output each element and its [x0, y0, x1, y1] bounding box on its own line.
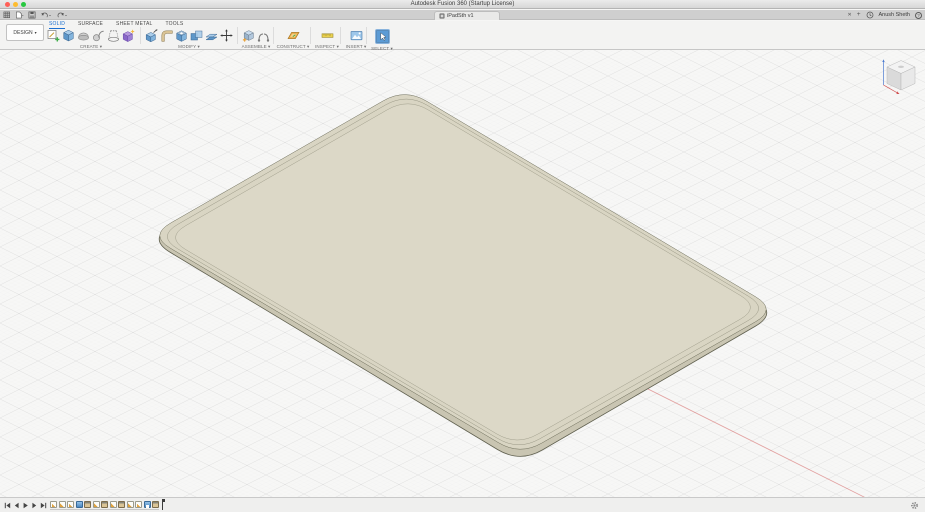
- step-forward-icon[interactable]: [31, 502, 38, 509]
- timeline-feature-sketch-3[interactable]: [67, 501, 74, 508]
- play-icon[interactable]: [22, 502, 29, 509]
- save-icon[interactable]: [28, 11, 36, 19]
- user-account-button[interactable]: Anush Sheth: [879, 12, 911, 18]
- new-tab-button[interactable]: +: [857, 10, 861, 20]
- fusion360-window: Autodesk Fusion 360 (Startup License): [0, 0, 925, 512]
- help-button[interactable]: ?: [915, 12, 922, 19]
- tab-surface[interactable]: SURFACE: [78, 21, 103, 29]
- timeline-feature-sketch-5[interactable]: [110, 501, 117, 508]
- go-to-start-icon[interactable]: [4, 502, 11, 509]
- timeline-feature-extrude-1[interactable]: [76, 501, 83, 508]
- insert-canvas-icon[interactable]: [350, 29, 363, 42]
- caret-down-icon: ▾: [364, 44, 366, 49]
- timeline-feature-fillet-3[interactable]: [118, 501, 125, 508]
- data-panel-icon[interactable]: [3, 11, 11, 19]
- quick-access-toolbar: [3, 10, 68, 20]
- timeline-feature-fillet-1[interactable]: [84, 501, 91, 508]
- create-sketch-icon[interactable]: [47, 29, 60, 42]
- timeline-feature-sketch-7[interactable]: [135, 501, 142, 508]
- group-construct: CONSTRUCT ▾: [276, 29, 310, 50]
- timeline-feature-sketch-4[interactable]: [93, 501, 100, 508]
- select-cursor-icon[interactable]: [376, 30, 389, 43]
- group-separator: [273, 27, 274, 44]
- job-status-icon[interactable]: [866, 11, 874, 19]
- tab-sheet-metal[interactable]: SHEET METAL: [116, 21, 152, 29]
- redo-icon[interactable]: [56, 11, 68, 19]
- tab-tools[interactable]: TOOLS: [166, 21, 184, 29]
- offset-face-icon[interactable]: [205, 29, 218, 42]
- ribbon-toolbar: DESIGN ▾ SOLID SURFACE SHEET METAL TOOLS: [0, 21, 925, 50]
- timeline-feature-fillet-4[interactable]: [152, 501, 159, 508]
- timeline-track: [50, 501, 159, 510]
- extrude-icon[interactable]: [62, 29, 75, 42]
- timeline-settings-gear-icon[interactable]: [910, 501, 919, 510]
- group-assemble: ASSEMBLE ▾: [241, 29, 271, 50]
- timeline-playback-controls: [4, 502, 47, 509]
- document-tab-label: iPadSth v1: [447, 13, 474, 19]
- create-form-icon[interactable]: [122, 29, 135, 42]
- document-tab[interactable]: iPadSth v1: [434, 11, 500, 20]
- viewport-scene[interactable]: [0, 50, 925, 497]
- press-pull-icon[interactable]: [145, 29, 158, 42]
- move-copy-icon[interactable]: [220, 29, 233, 42]
- group-inspect: INSPECT ▾: [313, 29, 341, 50]
- group-create: CREATE ▾: [47, 29, 135, 50]
- caret-down-icon: ▾: [307, 44, 309, 49]
- step-back-icon[interactable]: [13, 502, 20, 509]
- loft-icon[interactable]: [107, 29, 120, 42]
- fillet-icon[interactable]: [160, 29, 173, 42]
- caret-down-icon: ▾: [268, 44, 270, 49]
- select-tool-active-highlight[interactable]: [375, 29, 390, 44]
- combine-icon[interactable]: [190, 29, 203, 42]
- group-separator: [140, 27, 141, 44]
- shell-icon[interactable]: [175, 29, 188, 42]
- timeline-feature-sketch-2[interactable]: [59, 501, 66, 508]
- group-select: SELECT ▾: [369, 29, 395, 52]
- ribbon-tab-bar: SOLID SURFACE SHEET METAL TOOLS: [49, 21, 183, 29]
- timeline-feature-sketch-6[interactable]: [127, 501, 134, 508]
- document-icon: [439, 13, 445, 19]
- measure-icon[interactable]: [321, 29, 334, 42]
- sweep-icon[interactable]: [92, 29, 105, 42]
- caret-down-icon: ▾: [337, 44, 339, 49]
- tab-strip-right: ✕ + Anush Sheth ?: [848, 10, 923, 20]
- tab-strip: iPadSth v1 ✕ + Anush Sheth ?: [0, 10, 925, 20]
- group-separator: [237, 27, 238, 44]
- title-bar: Autodesk Fusion 360 (Startup License): [0, 0, 925, 9]
- new-component-icon[interactable]: [242, 29, 255, 42]
- file-menu-icon[interactable]: [15, 11, 24, 19]
- design-menu-caret-icon: ▾: [35, 30, 37, 35]
- close-tab-button[interactable]: ✕: [848, 10, 852, 20]
- view-cube-logo: [898, 66, 904, 68]
- design-workspace-menu[interactable]: DESIGN ▾: [6, 24, 44, 41]
- group-separator: [340, 27, 341, 44]
- joint-icon[interactable]: [257, 29, 270, 42]
- tab-solid[interactable]: SOLID: [49, 21, 65, 29]
- model-viewport[interactable]: [0, 50, 925, 497]
- undo-icon[interactable]: [40, 11, 52, 19]
- group-separator: [310, 27, 311, 44]
- group-separator: [366, 27, 367, 44]
- timeline-feature-sketch-1[interactable]: [50, 501, 57, 508]
- design-menu-label: DESIGN: [13, 30, 32, 36]
- timeline-bar: [0, 497, 925, 512]
- construction-plane-icon[interactable]: [287, 29, 300, 42]
- timeline-feature-fillet-2[interactable]: [101, 501, 108, 508]
- timeline-position-marker[interactable]: [162, 500, 163, 510]
- revolve-icon[interactable]: [77, 29, 90, 42]
- caret-down-icon: ▾: [198, 44, 200, 49]
- window-title: Autodesk Fusion 360 (Startup License): [0, 0, 925, 9]
- go-to-end-icon[interactable]: [40, 502, 47, 509]
- caret-down-icon: ▾: [100, 44, 102, 49]
- group-modify: MODIFY ▾: [145, 29, 233, 50]
- timeline-feature-shell-1[interactable]: [144, 501, 151, 508]
